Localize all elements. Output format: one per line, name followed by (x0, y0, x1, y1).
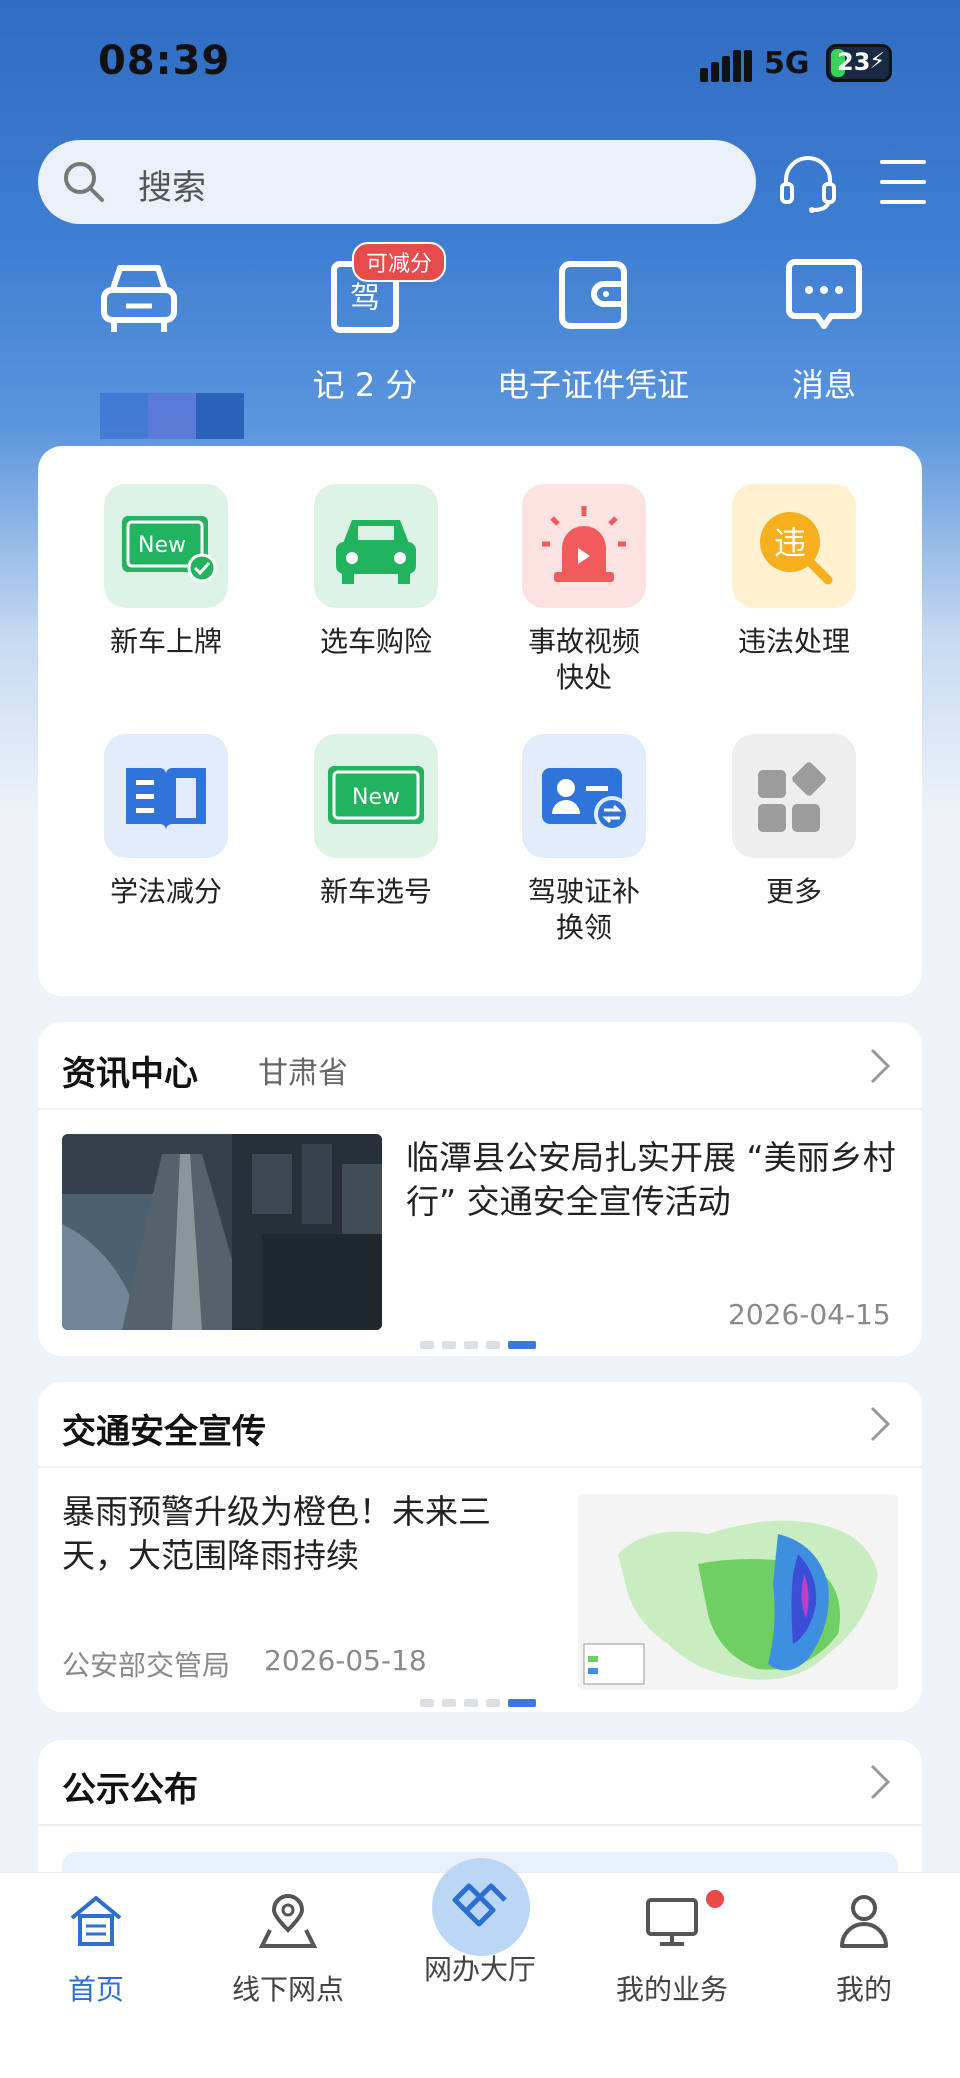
reducible-badge: 可减分 (352, 242, 447, 282)
tab-online-hall[interactable]: 网办大厅 (410, 1883, 550, 1988)
tab-label: 网办大厅 (423, 1953, 536, 1986)
wallet-icon (559, 261, 627, 329)
monitor-icon (646, 1898, 698, 1946)
carousel-indicator (420, 1334, 544, 1353)
signal-icon (700, 48, 752, 82)
tab-offline-outlets[interactable]: 线下网点 (218, 1890, 358, 2008)
e-certificate-label: 电子证件凭证 (496, 366, 689, 404)
carousel-indicator (420, 1692, 544, 1711)
new-plate-icon: New (104, 484, 228, 608)
service-violation[interactable]: 违 违法处理 (704, 484, 884, 660)
news-section-title: 资讯中心 (62, 1054, 198, 1094)
notice-section-title: 公示公布 (62, 1770, 198, 1810)
violation-icon: 违 (732, 484, 856, 608)
online-hall-icon (452, 1883, 507, 1927)
battery-icon: 23 ⚡ (826, 44, 892, 82)
service-label: 事故视频 快处 (527, 625, 640, 694)
location-icon (258, 1894, 318, 1948)
car-insurance-icon (314, 484, 438, 608)
violation-char: 违 (774, 524, 806, 562)
more-icon (732, 734, 856, 858)
quick-messages[interactable]: 消息 (774, 250, 874, 406)
notification-dot (706, 1890, 724, 1908)
news-item-title[interactable]: 临潭县公安局扎实开展 “美丽乡村行” 交通安全宣传活动 (406, 1136, 896, 1224)
service-label: 新车上牌 (109, 625, 222, 658)
battery-level: 23 (837, 48, 871, 76)
tab-mine[interactable]: 我的 (794, 1890, 934, 2008)
chevron-right-icon[interactable] (868, 1762, 892, 1802)
divider (38, 1824, 922, 1826)
service-new-plate[interactable]: New 新车上牌 (76, 484, 256, 660)
rain-map-image[interactable] (578, 1494, 898, 1690)
message-icon (786, 259, 862, 329)
tab-label: 首页 (67, 1973, 124, 2006)
home-icon (70, 1896, 122, 1946)
search-bar[interactable]: 搜索 (38, 140, 756, 224)
service-label: 违法处理 (737, 625, 850, 658)
news-date: 2026-04-15 (728, 1298, 891, 1331)
news-image[interactable] (62, 1134, 382, 1330)
status-time: 08:39 (98, 38, 231, 84)
chevron-right-icon[interactable] (868, 1046, 892, 1086)
service-study-law[interactable]: 学法减分 (76, 734, 256, 910)
service-more[interactable]: 更多 (704, 734, 884, 910)
service-label: 学法减分 (109, 875, 222, 908)
search-icon (64, 162, 104, 202)
quick-e-certificate[interactable]: 电子证件凭证 (488, 250, 698, 406)
points-label: 记 2 分 (312, 366, 418, 404)
messages-label: 消息 (791, 366, 856, 404)
safety-item-title[interactable]: 暴雨预警升级为橙色！未来三天，大范围降雨持续 (62, 1490, 542, 1578)
quick-car[interactable] (84, 250, 194, 360)
license-renew-icon (522, 734, 646, 858)
safety-section-title: 交通安全宣传 (62, 1412, 266, 1452)
service-label: 选车购险 (319, 625, 432, 658)
tab-my-business[interactable]: 我的业务 (602, 1890, 742, 2008)
divider (38, 1108, 922, 1110)
number-select-icon: New (314, 734, 438, 858)
car-icon (101, 265, 177, 332)
license-char: 驾 (350, 281, 380, 316)
service-car-insurance[interactable]: 选车购险 (286, 484, 466, 660)
new-tag: New (352, 785, 400, 810)
service-license-renew[interactable]: 驾驶证补 换领 (494, 734, 674, 946)
service-label: 新车选号 (319, 875, 432, 908)
network-type: 5G (764, 46, 810, 81)
user-icon (840, 1895, 888, 1948)
news-region[interactable]: 甘肃省 (258, 1048, 348, 1092)
status-bar: 08:39 5G 23 ⚡ (0, 0, 960, 120)
tab-label: 我的 (835, 1973, 892, 2006)
service-label: 更多 (765, 875, 822, 908)
book-icon (104, 734, 228, 858)
service-accident-video[interactable]: 事故视频 快处 (494, 484, 674, 696)
tab-label: 我的业务 (615, 1973, 728, 2006)
divider (38, 1466, 922, 1468)
alarm-icon (522, 484, 646, 608)
menu-icon[interactable] (880, 160, 930, 204)
service-label: 驾驶证补 换领 (527, 875, 640, 944)
tab-home[interactable]: 首页 (26, 1890, 166, 2008)
search-input[interactable]: 搜索 (138, 160, 206, 209)
tab-label: 线下网点 (231, 1973, 344, 2006)
chevron-right-icon[interactable] (868, 1404, 892, 1444)
headset-icon[interactable] (776, 152, 840, 216)
service-number-select[interactable]: New 新车选号 (286, 734, 466, 910)
safety-date: 2026-05-18 (264, 1644, 427, 1677)
new-tag: New (138, 533, 186, 558)
safety-source: 公安部交管局 (62, 1649, 231, 1682)
